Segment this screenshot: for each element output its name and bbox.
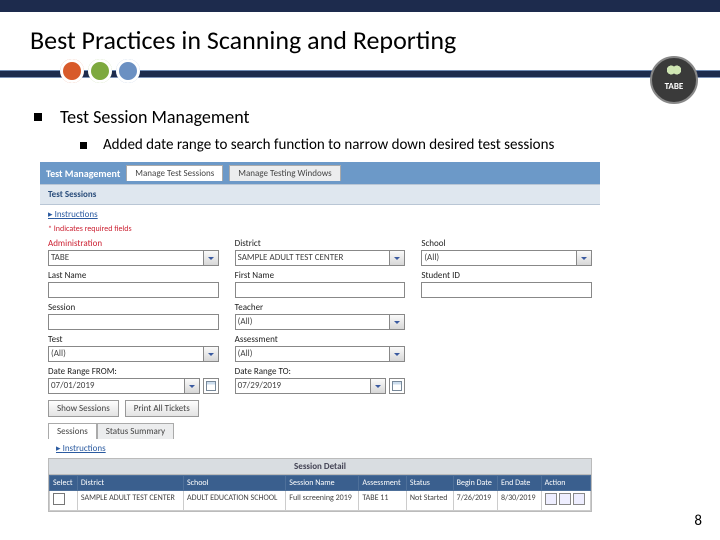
- studentid-input[interactable]: [421, 282, 592, 298]
- section-header: Test Sessions: [40, 184, 600, 205]
- slide-title: Best Practices in Scanning and Reporting: [0, 12, 720, 62]
- date-to-input[interactable]: 07/29/2019: [235, 378, 372, 394]
- field-assessment: Assessment (All): [235, 334, 406, 362]
- test-select[interactable]: (All): [48, 346, 204, 362]
- dropdown-icon[interactable]: [371, 378, 386, 394]
- app-topnav: Test Management Manage Test Sessions Man…: [40, 162, 600, 184]
- dropdown-icon[interactable]: [390, 346, 405, 362]
- required-note: * Indicates required fields: [40, 224, 600, 238]
- dropdown-icon[interactable]: [577, 250, 592, 266]
- tab-manage-windows[interactable]: Manage Testing Windows: [229, 165, 340, 181]
- bullet-level2: Added date range to search function to n…: [80, 136, 686, 154]
- dropdown-icon[interactable]: [390, 250, 405, 266]
- calendar-icon[interactable]: [389, 378, 405, 394]
- teacher-select[interactable]: (All): [235, 314, 391, 330]
- dropdown-icon[interactable]: [185, 378, 200, 394]
- delete-icon: [573, 493, 585, 505]
- field-lastname: Last Name: [48, 270, 219, 298]
- print-tickets-button[interactable]: Print All Tickets: [125, 400, 199, 417]
- calendar-icon[interactable]: [203, 378, 219, 394]
- edit-icon: [545, 493, 557, 505]
- field-date-from: Date Range FROM: 07/01/2019: [48, 366, 219, 394]
- assessment-select[interactable]: (All): [235, 346, 391, 362]
- district-select[interactable]: SAMPLE ADULT TEST CENTER: [235, 250, 391, 266]
- school-select[interactable]: (All): [421, 250, 577, 266]
- instructions-link[interactable]: ▸ Instructions: [48, 439, 600, 458]
- bullet-level1: Test Session Management: [34, 106, 686, 128]
- field-district: District SAMPLE ADULT TEST CENTER: [235, 238, 406, 266]
- dropdown-icon[interactable]: [204, 346, 219, 362]
- lastname-input[interactable]: [48, 282, 219, 298]
- tab-sessions[interactable]: Sessions: [48, 423, 97, 439]
- tabe-logo: TABE: [650, 56, 698, 104]
- dropdown-icon[interactable]: [204, 250, 219, 266]
- field-firstname: First Name: [235, 270, 406, 298]
- tab-manage-sessions[interactable]: Manage Test Sessions: [126, 165, 223, 181]
- date-from-input[interactable]: 07/01/2019: [48, 378, 185, 394]
- decorative-circles: [60, 59, 140, 83]
- detail-header: Session Detail: [49, 459, 591, 475]
- field-session: Session: [48, 302, 219, 330]
- field-school: School (All): [421, 238, 592, 266]
- field-date-to: Date Range TO: 07/29/2019: [235, 366, 406, 394]
- show-sessions-button[interactable]: Show Sessions: [48, 400, 119, 417]
- row-checkbox[interactable]: [53, 493, 65, 505]
- admin-select[interactable]: TABE: [48, 250, 204, 266]
- bullet-icon: [34, 113, 42, 121]
- field-teacher: Teacher (All): [235, 302, 406, 330]
- field-test: Test (All): [48, 334, 219, 362]
- action-icons[interactable]: [545, 493, 585, 505]
- instructions-link[interactable]: ▸ Instructions: [40, 205, 600, 224]
- dropdown-icon[interactable]: [390, 314, 405, 330]
- field-administration: Administration TABE: [48, 238, 219, 266]
- print-icon: [559, 493, 571, 505]
- detail-table: Select District School Session Name Asse…: [49, 475, 591, 511]
- session-detail-panel: Session Detail Select District School Se…: [48, 458, 592, 512]
- table-row: SAMPLE ADULT TEST CENTER ADULT EDUCATION…: [50, 491, 591, 511]
- tab-status-summary[interactable]: Status Summary: [97, 423, 174, 439]
- field-studentid: Student ID: [421, 270, 592, 298]
- app-screenshot: Test Management Manage Test Sessions Man…: [40, 162, 600, 512]
- slide-top-bar: [0, 0, 720, 12]
- firstname-input[interactable]: [235, 282, 406, 298]
- bullet-icon: [80, 142, 87, 149]
- nav-title: Test Management: [46, 167, 120, 180]
- session-input[interactable]: [48, 314, 219, 330]
- page-number: 8: [694, 512, 702, 530]
